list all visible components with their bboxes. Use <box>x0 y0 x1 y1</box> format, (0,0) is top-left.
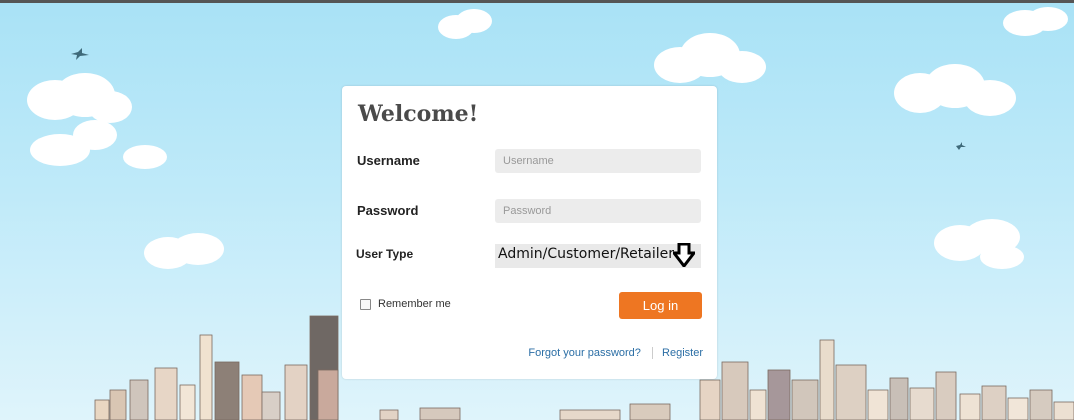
cloud <box>934 219 1024 269</box>
bird-icon <box>71 48 89 60</box>
bird-icon <box>956 142 966 150</box>
down-arrow-icon <box>673 243 695 267</box>
page-title: Welcome! <box>358 101 479 127</box>
cloud <box>654 33 766 83</box>
password-input[interactable] <box>495 199 701 223</box>
cloud <box>144 233 224 269</box>
login-card: Welcome! Username Password User Type Adm… <box>342 86 717 379</box>
remember-me-label: Remember me <box>378 298 451 310</box>
username-label: Username <box>357 153 420 168</box>
link-separator <box>651 347 653 360</box>
username-input[interactable] <box>495 149 701 173</box>
cloud <box>1003 7 1068 36</box>
login-button[interactable]: Log in <box>619 292 702 319</box>
register-link[interactable]: Register <box>662 347 703 359</box>
password-label: Password <box>357 203 419 218</box>
cloud <box>27 73 167 169</box>
remember-me-checkbox[interactable]: Remember me <box>360 298 451 310</box>
user-type-label: User Type <box>356 247 414 261</box>
cloud <box>438 9 492 39</box>
forgot-password-link[interactable]: Forgot your password? <box>528 347 641 359</box>
cloud <box>894 64 1016 116</box>
footer-links: Forgot your password? Register <box>528 347 703 360</box>
checkbox-box[interactable] <box>360 298 371 310</box>
user-type-value: Admin/Customer/Retailer <box>498 246 674 262</box>
background-scene: Welcome! Username Password User Type Adm… <box>0 0 1074 420</box>
user-type-select[interactable]: Admin/Customer/Retailer <box>495 244 701 268</box>
